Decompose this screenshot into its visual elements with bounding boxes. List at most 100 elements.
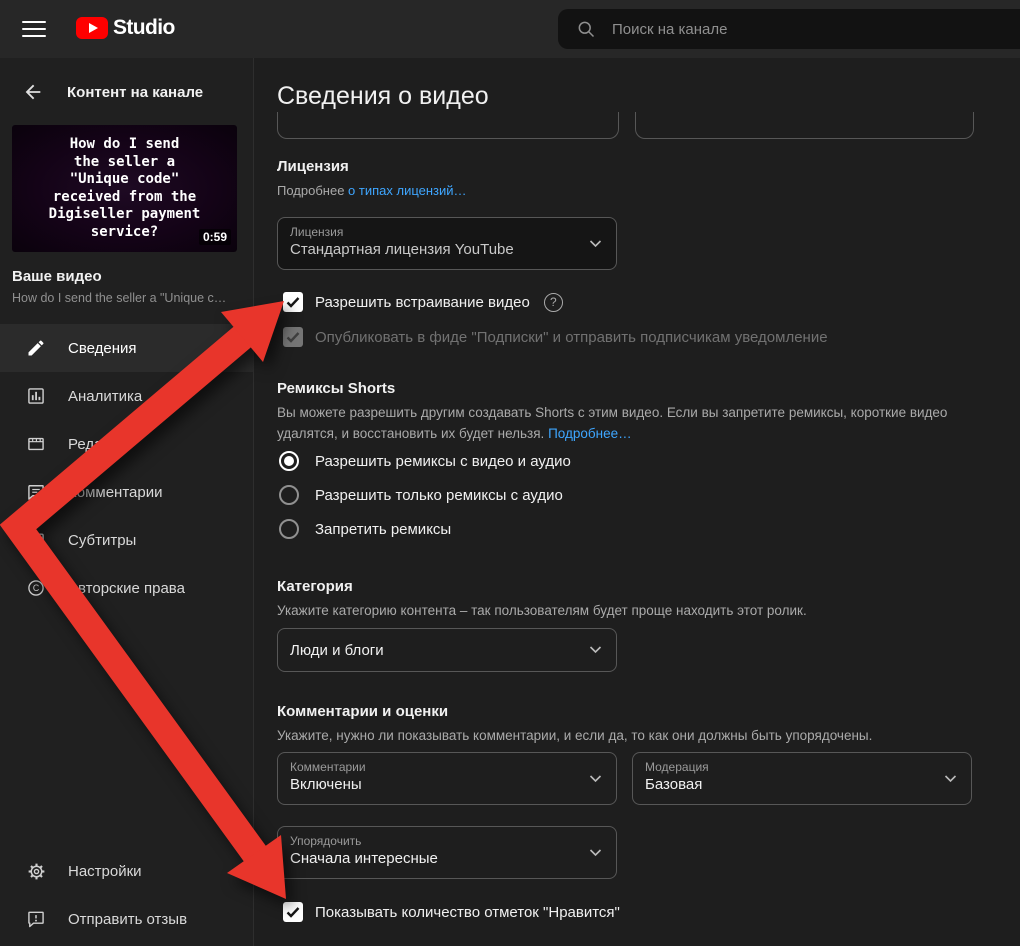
thumbnail-text-line: received from the	[49, 189, 201, 207]
radio-selected-icon	[279, 451, 299, 471]
help-icon[interactable]: ?	[544, 293, 563, 312]
sidebar-item-label: Сведения	[68, 340, 137, 357]
license-heading: Лицензия	[277, 158, 349, 175]
sidebar-nav: Сведения Аналитика Редактор Комментарии	[0, 324, 253, 612]
studio-logo[interactable]: Studio	[76, 16, 175, 40]
gear-icon	[24, 859, 48, 883]
back-arrow-icon	[22, 81, 44, 103]
category-dropdown-value: Люди и блоги	[290, 642, 384, 659]
copyright-icon: C	[24, 576, 48, 600]
subscribers-checkbox-label: Опубликовать в фиде "Подписки" и отправи…	[315, 329, 828, 346]
sidebar-item-subtitles[interactable]: Субтитры	[0, 516, 253, 564]
license-dropdown-label: Лицензия	[290, 225, 616, 239]
page-title: Сведения о видео	[277, 82, 489, 111]
video-duration-badge: 0:59	[199, 229, 231, 245]
back-to-channel-content[interactable]: Контент на канале	[22, 78, 203, 106]
license-types-link[interactable]: о типах лицензий…	[348, 183, 466, 198]
comments-dropdown[interactable]: Комментарии Включены	[277, 752, 617, 805]
likes-checkbox-row: Показывать количество отметок "Нравится"	[283, 902, 620, 922]
category-heading: Категория	[277, 578, 353, 595]
sidebar: Контент на канале How do I send the sell…	[0, 58, 254, 946]
remix-option-video-audio[interactable]: Разрешить ремиксы с видео и аудио	[279, 444, 571, 478]
comments-dropdown-label: Комментарии	[290, 760, 616, 774]
comments-dropdown-value: Включены	[290, 776, 616, 793]
sidebar-item-analytics[interactable]: Аналитика	[0, 372, 253, 420]
your-video-label: Ваше видео	[12, 268, 102, 285]
comments-heading: Комментарии и оценки	[277, 703, 448, 720]
video-thumbnail: How do I send the seller a "Unique code"…	[12, 125, 237, 252]
youtube-play-icon	[76, 17, 108, 39]
remix-more-link[interactable]: Подробнее…	[548, 426, 632, 441]
sidebar-item-settings[interactable]: Настройки	[0, 847, 253, 895]
license-dropdown-value: Стандартная лицензия YouTube	[290, 241, 616, 258]
video-title: How do I send the seller a "Unique c…	[12, 291, 226, 305]
radio-label: Запретить ремиксы	[315, 521, 451, 538]
moderation-dropdown[interactable]: Модерация Базовая	[632, 752, 972, 805]
sidebar-item-details[interactable]: Сведения	[0, 324, 253, 372]
comments-description: Укажите, нужно ли показывать комментарии…	[277, 725, 977, 746]
remix-heading: Ремиксы Shorts	[277, 380, 395, 397]
sidebar-item-label: Авторские права	[68, 580, 185, 597]
sidebar-item-label: Отправить отзыв	[68, 911, 187, 928]
license-dropdown[interactable]: Лицензия Стандартная лицензия YouTube	[277, 217, 617, 270]
video-details-panel: Сведения о видео Лицензия Подробнее о ти…	[254, 58, 1020, 946]
moderation-dropdown-label: Модерация	[645, 760, 971, 774]
chevron-down-icon	[589, 774, 602, 783]
chevron-down-icon	[589, 848, 602, 857]
check-icon	[286, 296, 300, 308]
thumbnail-text: How do I send the seller a "Unique code"…	[49, 136, 201, 241]
category-dropdown[interactable]: Люди и блоги	[277, 628, 617, 672]
thumbnail-text-line: the seller a	[49, 154, 201, 172]
editor-icon	[24, 432, 48, 456]
pencil-icon	[24, 336, 48, 360]
analytics-icon	[24, 384, 48, 408]
subtitles-icon	[24, 528, 48, 552]
remix-option-audio-only[interactable]: Разрешить только ремиксы с аудио	[279, 478, 563, 512]
remix-option-disallow[interactable]: Запретить ремиксы	[279, 512, 451, 546]
embed-checkbox-row: Разрешить встраивание видео ?	[283, 292, 563, 312]
sidebar-item-label: Субтитры	[68, 532, 136, 549]
sidebar-item-label: Редактор	[68, 436, 133, 453]
top-bar: Studio	[0, 0, 1020, 58]
likes-checkbox[interactable]	[283, 902, 303, 922]
channel-search-bar[interactable]	[558, 9, 1020, 49]
hamburger-menu-icon[interactable]	[22, 17, 46, 41]
radio-label: Разрешить ремиксы с видео и аудио	[315, 453, 571, 470]
comments-icon	[24, 480, 48, 504]
sidebar-item-label: Аналитика	[68, 388, 142, 405]
field-cut-off[interactable]	[635, 112, 974, 139]
svg-text:C: C	[33, 583, 39, 593]
thumbnail-text-line: "Unique code"	[49, 171, 201, 189]
chevron-down-icon	[944, 774, 957, 783]
category-description: Укажите категорию контента – так пользов…	[277, 600, 977, 621]
likes-checkbox-label: Показывать количество отметок "Нравится"	[315, 904, 620, 921]
thumbnail-text-line: How do I send	[49, 136, 201, 154]
sidebar-item-editor[interactable]: Редактор	[0, 420, 253, 468]
youtube-studio-window: Studio Контент на канале How do I send t…	[0, 0, 1020, 946]
chevron-down-icon	[589, 239, 602, 248]
sort-dropdown[interactable]: Упорядочить Сначала интересные	[277, 826, 617, 879]
sort-dropdown-label: Упорядочить	[290, 834, 616, 848]
search-input[interactable]	[610, 20, 954, 39]
license-more-text: Подробнее о типах лицензий…	[277, 182, 467, 200]
chevron-down-icon	[589, 646, 602, 655]
logo-text: Studio	[113, 16, 175, 40]
sidebar-item-copyright[interactable]: C Авторские права	[0, 564, 253, 612]
subscribers-checkbox	[283, 327, 303, 347]
radio-icon	[279, 485, 299, 505]
sidebar-item-feedback[interactable]: Отправить отзыв	[0, 895, 253, 943]
sort-dropdown-value: Сначала интересные	[290, 850, 616, 867]
thumbnail-text-line: Digiseller payment	[49, 206, 201, 224]
embed-checkbox[interactable]	[283, 292, 303, 312]
moderation-dropdown-value: Базовая	[645, 776, 971, 793]
remix-description: Вы можете разрешить другим создавать Sho…	[277, 402, 957, 444]
check-icon	[286, 331, 300, 343]
radio-label: Разрешить только ремиксы с аудио	[315, 487, 563, 504]
feedback-icon	[24, 907, 48, 931]
back-label: Контент на канале	[67, 84, 203, 101]
title-field-cut-off[interactable]	[277, 112, 619, 139]
subscribers-checkbox-row: Опубликовать в фиде "Подписки" и отправи…	[283, 327, 828, 347]
sidebar-item-label: Настройки	[68, 863, 142, 880]
sidebar-item-label: Комментарии	[68, 484, 162, 501]
sidebar-item-comments[interactable]: Комментарии	[0, 468, 253, 516]
